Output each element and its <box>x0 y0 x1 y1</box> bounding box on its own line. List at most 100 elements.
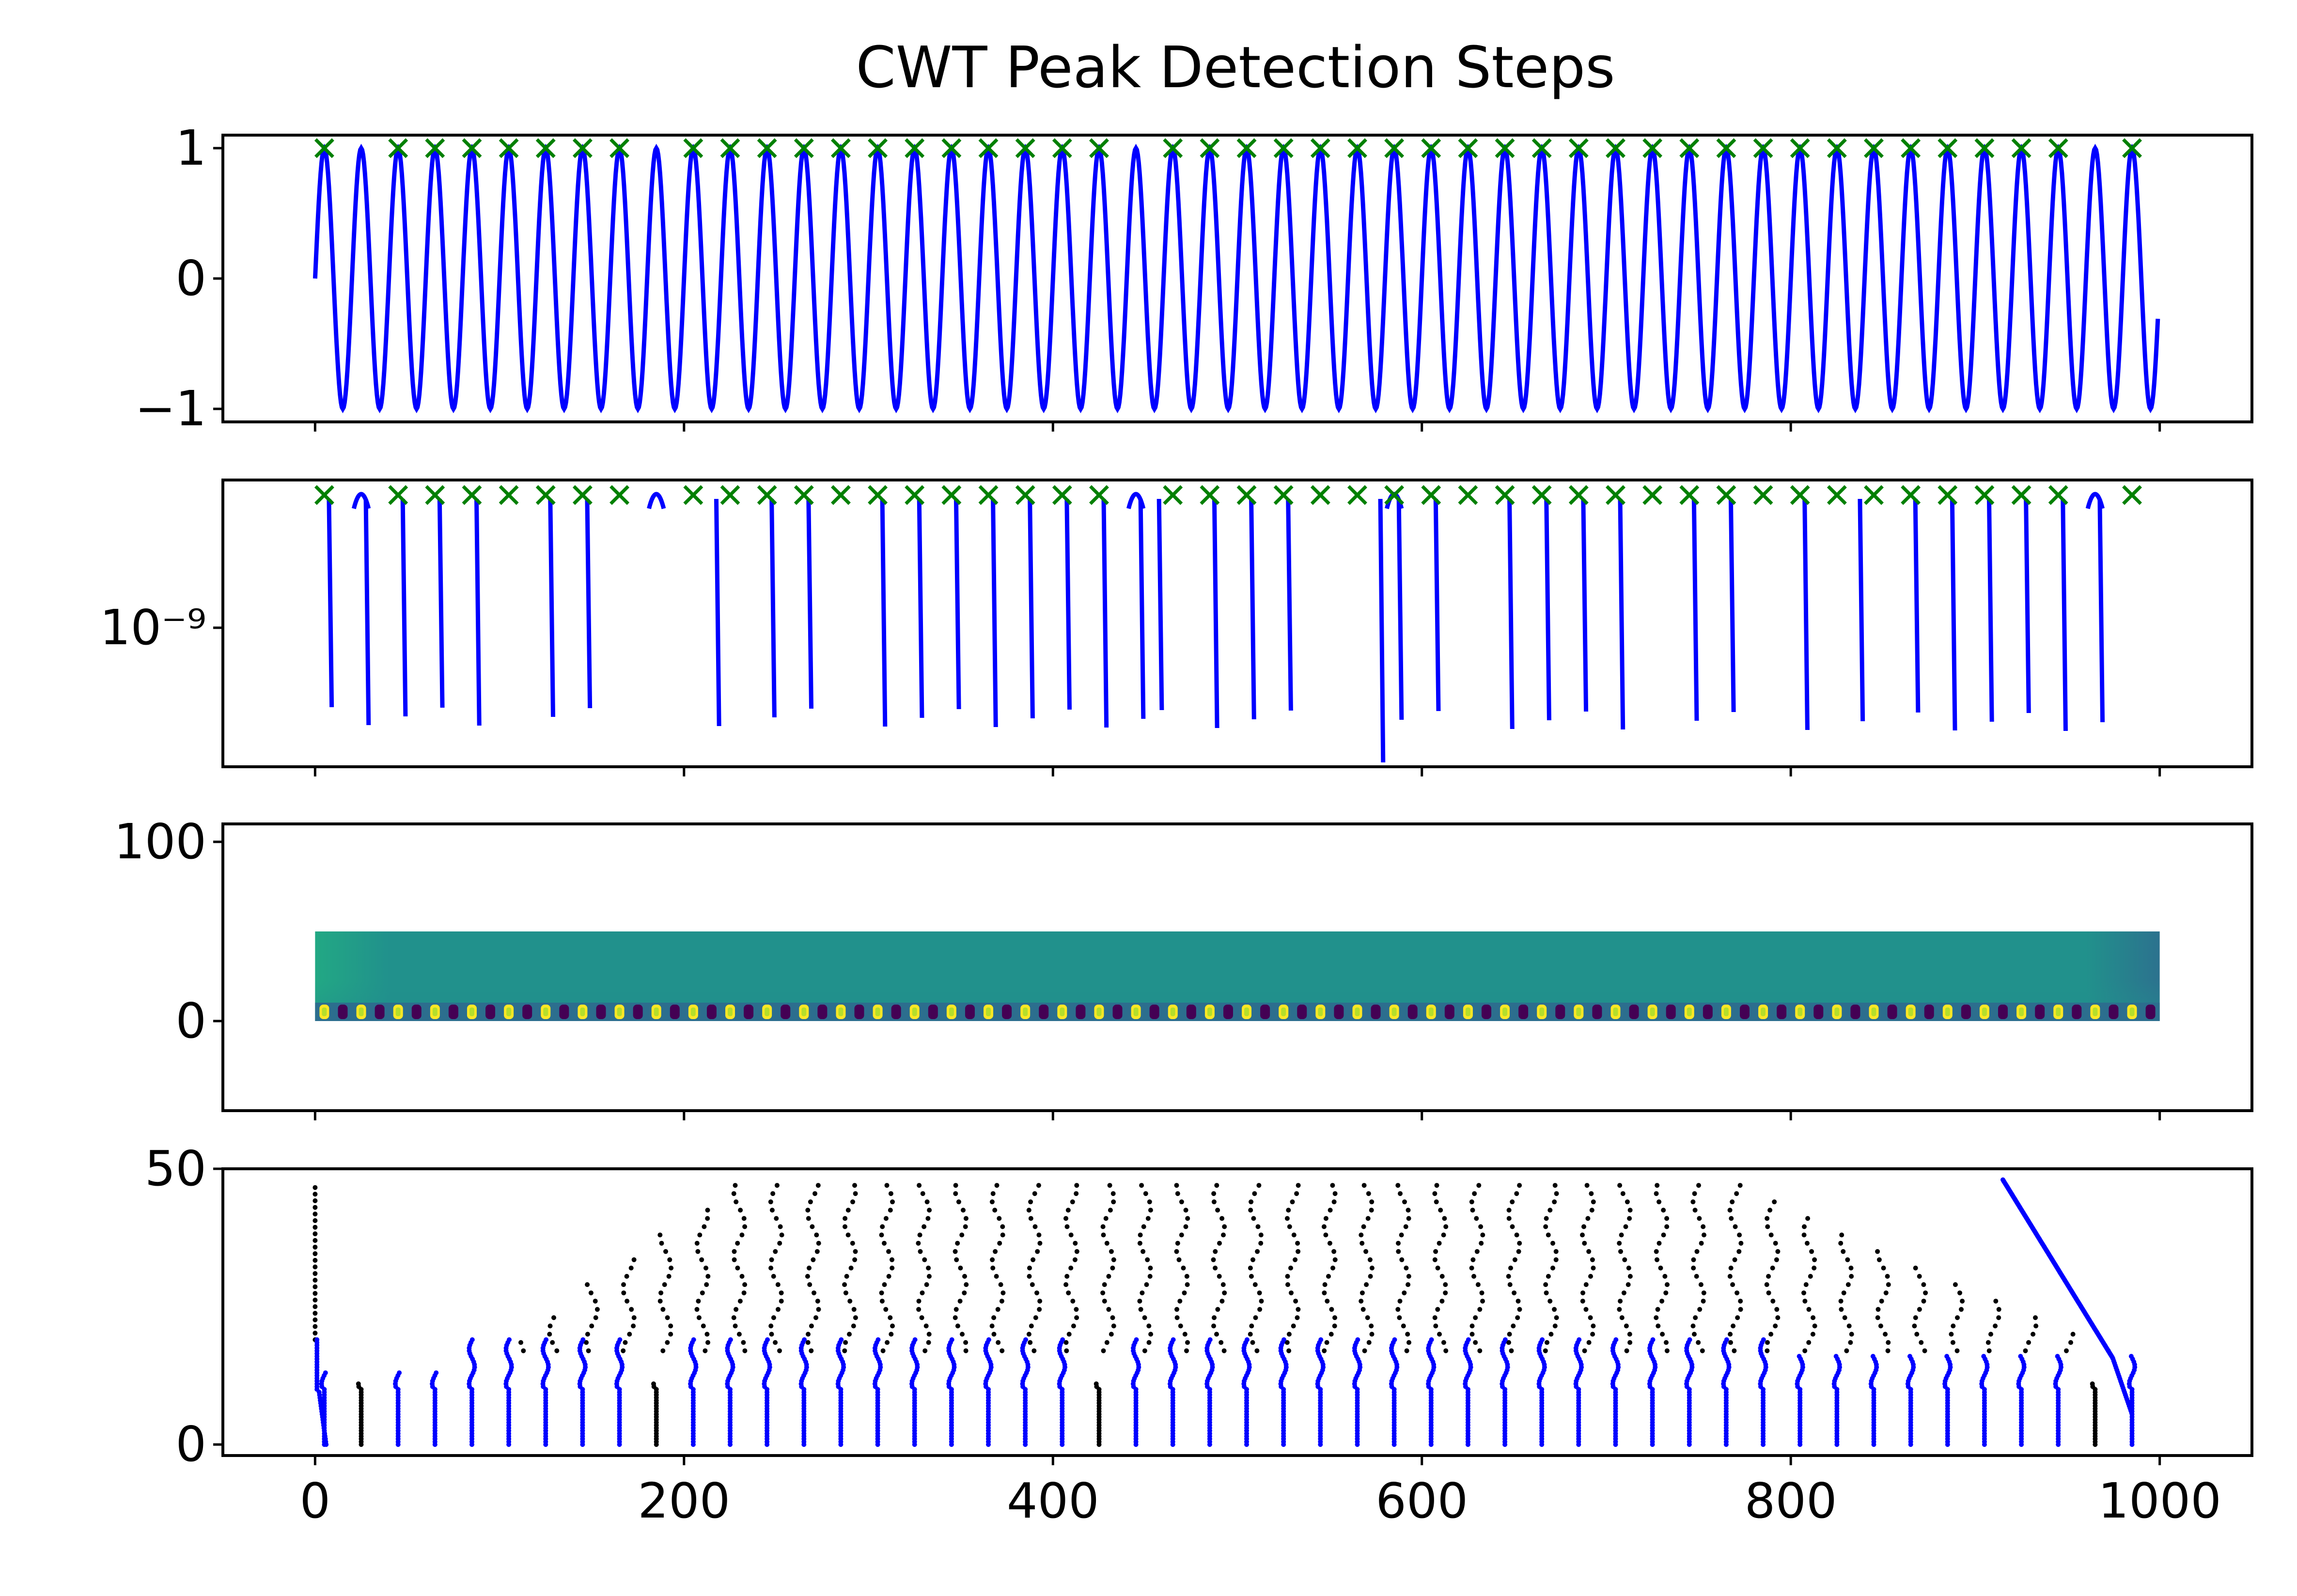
ridge-point <box>953 1191 958 1196</box>
ridge-point <box>1259 1299 1264 1304</box>
ridge-point <box>917 1232 922 1238</box>
ridge-point <box>1510 1199 1515 1205</box>
ridge-point <box>1254 1348 1260 1353</box>
ridge-point <box>1583 1282 1589 1287</box>
ridge-point <box>1332 1315 1337 1320</box>
ridge-point <box>1737 1183 1743 1188</box>
ridge-point <box>1870 1354 1875 1359</box>
peak-marker <box>1938 485 1958 505</box>
ridge-point <box>1286 1348 1292 1353</box>
ridge-point <box>1986 1348 1992 1353</box>
ridge-point <box>1469 1332 1475 1337</box>
ridge-point <box>808 1199 813 1205</box>
ridge-point <box>705 1274 711 1279</box>
log-dip-line <box>1802 498 1810 730</box>
ridge-point <box>812 1290 816 1296</box>
ridge-point <box>1738 1307 1743 1312</box>
ridge-point <box>1064 1274 1070 1279</box>
ridge-point <box>1402 1199 1407 1205</box>
ridge-point <box>1812 1265 1817 1271</box>
heatmap-peak-core <box>1982 1007 1987 1016</box>
ridge-point <box>1665 1282 1670 1287</box>
ridge-point <box>1026 1332 1031 1337</box>
peak-marker <box>1347 485 1367 505</box>
ridge-point <box>741 1340 746 1345</box>
ridge-point <box>1476 1183 1482 1188</box>
ridge-point <box>1471 1274 1476 1279</box>
ridge-point <box>1027 1265 1032 1271</box>
heatmap-trough-cell <box>1112 1005 1123 1019</box>
ridge-point <box>1214 1332 1219 1337</box>
ridge-point <box>1547 1208 1553 1213</box>
ridge-point <box>434 1370 439 1376</box>
ridge-point <box>701 1323 706 1329</box>
ridge-point <box>631 1323 636 1329</box>
ridge-point <box>1664 1216 1670 1221</box>
ridge-point <box>1443 1348 1449 1353</box>
ridge-point <box>1359 1299 1364 1304</box>
ridge-point <box>1517 1240 1522 1246</box>
ridge-point <box>963 1340 969 1345</box>
ridge-point <box>1395 1307 1401 1312</box>
ridge-point <box>1765 1216 1770 1221</box>
log-dip-line <box>1858 498 1865 722</box>
ridge-point <box>848 1265 854 1271</box>
heatmap-peak-core <box>1613 1007 1618 1016</box>
heatmap-peak-core <box>1539 1007 1545 1016</box>
ridge-point <box>397 1370 402 1376</box>
ridge-point <box>1321 1224 1327 1229</box>
peak-marker <box>1974 485 1995 505</box>
peak-marker <box>462 485 482 505</box>
ridge-point <box>880 1224 885 1229</box>
ridge-point <box>1469 1199 1474 1205</box>
ridge-point <box>663 1249 668 1254</box>
ridge-point <box>313 1231 318 1237</box>
ridge-point <box>805 1208 811 1213</box>
y-tick-label: 100 <box>114 813 206 870</box>
ridge-point <box>1690 1323 1696 1329</box>
panel-cwt-matrix: 100 0 <box>114 813 2253 1120</box>
heatmap-trough-cell <box>1039 1005 1049 1019</box>
ridge-point <box>1221 1348 1227 1353</box>
peak-marker <box>1458 485 1478 505</box>
ridge-point <box>1515 1315 1520 1320</box>
ridge-point <box>1849 1332 1854 1337</box>
ridge-point <box>850 1199 855 1205</box>
ridge-point <box>694 1240 700 1246</box>
ridge-point <box>1073 1240 1078 1246</box>
ridge-point <box>313 1291 318 1296</box>
ridge-point <box>1511 1323 1516 1329</box>
ridge-point <box>1544 1216 1549 1221</box>
ridge-point <box>1591 1199 1596 1205</box>
log-dip-line <box>917 498 924 718</box>
ridge-point <box>1588 1274 1593 1279</box>
ridge-point <box>1654 1191 1659 1196</box>
log-dip-line <box>1212 498 1219 728</box>
ridge-point <box>697 1232 703 1238</box>
ridge-point <box>731 1191 736 1196</box>
ridge-point <box>1841 1249 1846 1254</box>
ridge-point <box>1953 1282 1958 1287</box>
log-dip-line <box>1378 498 1386 763</box>
ridge-point <box>1032 1224 1038 1229</box>
ridge-point <box>997 1240 1002 1246</box>
ridge-point <box>1806 1340 1812 1345</box>
ridge-point <box>1478 1224 1484 1229</box>
ridge-point <box>1367 1257 1373 1262</box>
ridge-point <box>1295 1240 1300 1246</box>
ridge-point <box>1252 1191 1257 1196</box>
ridge-point <box>313 1185 318 1190</box>
ridge-point <box>1838 1299 1844 1304</box>
ridge-point <box>880 1348 886 1353</box>
ridge-point <box>1766 1290 1771 1296</box>
ridge-point <box>623 1340 628 1345</box>
ridge-point <box>997 1216 1002 1221</box>
ridge-point <box>1664 1340 1669 1345</box>
ridge-point <box>1111 1323 1116 1329</box>
ridge-point <box>1215 1208 1220 1213</box>
ridge-point <box>1100 1224 1106 1229</box>
ridge-point <box>1140 1290 1145 1296</box>
x-tick-label: 800 <box>1745 1472 1837 1529</box>
ridge-point <box>811 1257 816 1262</box>
ridge-point <box>1550 1265 1555 1271</box>
